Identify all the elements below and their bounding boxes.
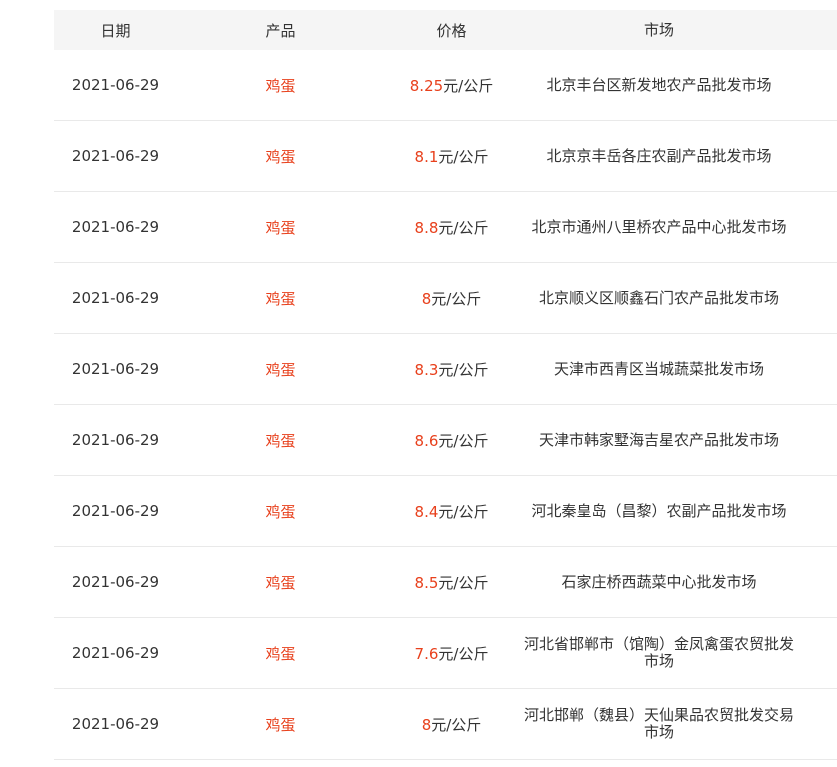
table-row: 2021-06-29 鸡蛋 8.3元/公斤 天津市西青区当城蔬菜批发市场 [54,334,837,405]
cell-product-link[interactable]: 鸡蛋 [177,146,384,167]
table-row: 2021-06-29 鸡蛋 7.6元/公斤 河北省邯郸市（馆陶）金凤禽蛋农贸批发… [54,618,837,689]
price-value: 8.1 [414,147,439,166]
cell-product-link[interactable]: 鸡蛋 [177,572,384,593]
price-value: 8.25 [409,76,444,95]
table-row: 2021-06-29 鸡蛋 8.4元/公斤 河北秦皇岛（昌黎）农副产品批发市场 [54,476,837,547]
cell-product-link[interactable]: 鸡蛋 [177,75,384,96]
cell-price: 8.1元/公斤 [384,146,519,167]
cell-market: 北京京丰岳各庄农副产品批发市场 [546,146,772,165]
cell-product-link[interactable]: 鸡蛋 [177,501,384,522]
cell-price: 8.4元/公斤 [384,501,519,522]
table-row: 2021-06-29 鸡蛋 8.8元/公斤 北京市通州八里桥农产品中心批发市场 [54,192,837,263]
cell-product-link[interactable]: 鸡蛋 [177,430,384,451]
table-row: 2021-06-29 鸡蛋 8.1元/公斤 北京京丰岳各庄农副产品批发市场 [54,121,837,192]
table-header: 日期 产品 价格 市场 [54,10,837,50]
price-value: 8.6 [414,431,439,450]
cell-date: 2021-06-29 [71,360,160,378]
price-value: 8.8 [414,218,439,237]
table-row: 2021-06-29 鸡蛋 8元/公斤 河北邯郸（魏县）天仙果品农贸批发交易市场 [54,689,837,760]
cell-price: 8.6元/公斤 [384,430,519,451]
cell-price: 7.6元/公斤 [384,643,519,664]
cell-market: 天津市西青区当城蔬菜批发市场 [553,359,764,378]
header-price: 价格 [436,21,467,40]
price-value: 8.5 [414,573,439,592]
cell-market: 北京市通州八里桥农产品中心批发市场 [531,217,787,236]
cell-market: 北京顺义区顺鑫石门农产品批发市场 [538,288,779,307]
price-value: 8.4 [414,502,439,521]
price-value: 7.6 [414,644,439,663]
cell-market: 天津市韩家墅海吉星农产品批发市场 [538,430,779,449]
price-value: 8 [421,715,432,734]
cell-date: 2021-06-29 [71,147,160,165]
cell-market: 石家庄桥西蔬菜中心批发市场 [561,572,757,591]
cell-date: 2021-06-29 [71,644,160,662]
price-unit: 元/公斤 [438,218,489,237]
price-unit: 元/公斤 [438,147,489,166]
cell-product-link[interactable]: 鸡蛋 [177,288,384,309]
table-row: 2021-06-29 鸡蛋 8.25元/公斤 北京丰台区新发地农产品批发市场 [54,50,837,121]
cell-price: 8.3元/公斤 [384,359,519,380]
cell-price: 8元/公斤 [384,714,519,735]
cell-date: 2021-06-29 [71,218,160,236]
price-unit: 元/公斤 [438,573,489,592]
price-unit: 元/公斤 [431,715,482,734]
price-unit: 元/公斤 [438,360,489,379]
cell-market: 河北邯郸（魏县）天仙果品农贸批发交易市场 [523,706,794,741]
table-row: 2021-06-29 鸡蛋 8元/公斤 北京顺义区顺鑫石门农产品批发市场 [54,263,837,334]
cell-date: 2021-06-29 [71,715,160,733]
price-unit: 元/公斤 [431,289,482,308]
cell-date: 2021-06-29 [71,431,160,449]
price-table: 日期 产品 价格 市场 2021-06-29 鸡蛋 8.25元/公斤 北京丰台区… [54,10,837,760]
cell-date: 2021-06-29 [71,502,160,520]
cell-date: 2021-06-29 [71,573,160,591]
price-value: 8.3 [414,360,439,379]
header-date: 日期 [100,21,131,40]
cell-product-link[interactable]: 鸡蛋 [177,643,384,664]
cell-product-link[interactable]: 鸡蛋 [177,714,384,735]
cell-product-link[interactable]: 鸡蛋 [177,217,384,238]
table-row: 2021-06-29 鸡蛋 8.6元/公斤 天津市韩家墅海吉星农产品批发市场 [54,405,837,476]
price-unit: 元/公斤 [438,431,489,450]
cell-product-link[interactable]: 鸡蛋 [177,359,384,380]
table-row: 2021-06-29 鸡蛋 8.5元/公斤 石家庄桥西蔬菜中心批发市场 [54,547,837,618]
cell-price: 8元/公斤 [384,288,519,309]
header-market: 市场 [643,20,674,39]
cell-price: 8.5元/公斤 [384,572,519,593]
price-unit: 元/公斤 [438,502,489,521]
cell-market: 河北秦皇岛（昌黎）农副产品批发市场 [531,501,787,520]
price-unit: 元/公斤 [443,76,494,95]
cell-market: 北京丰台区新发地农产品批发市场 [546,75,772,94]
cell-price: 8.8元/公斤 [384,217,519,238]
cell-date: 2021-06-29 [71,289,160,307]
price-value: 8 [421,289,432,308]
header-product: 产品 [265,21,296,40]
cell-date: 2021-06-29 [71,76,160,94]
cell-market: 河北省邯郸市（馆陶）金凤禽蛋农贸批发市场 [523,635,794,670]
price-unit: 元/公斤 [438,644,489,663]
cell-price: 8.25元/公斤 [384,75,519,96]
